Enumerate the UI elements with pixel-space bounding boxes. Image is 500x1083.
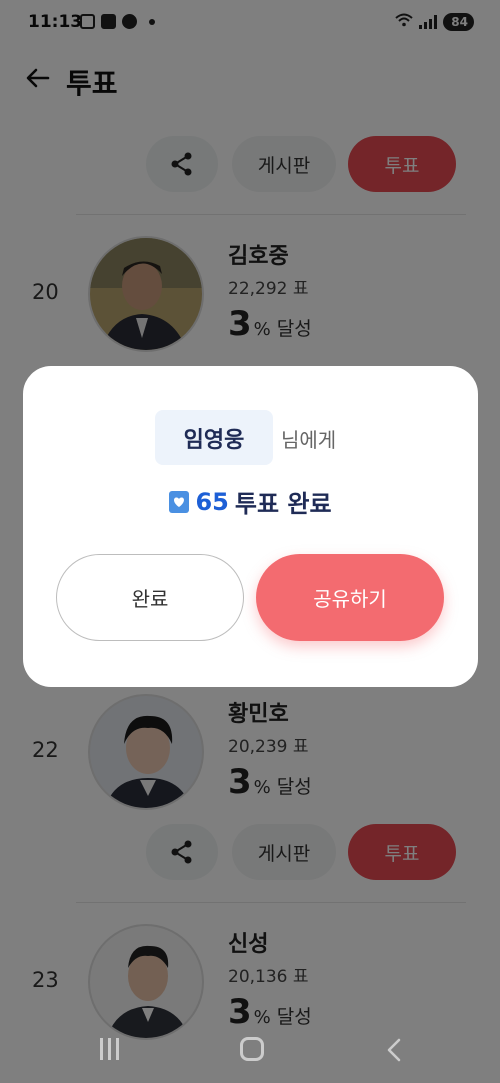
vote-complete-label: 투표 완료 (234, 490, 332, 518)
system-nav-bar (0, 1020, 500, 1083)
vote-complete-dialog: 임영웅 님에게 65 투표 완료 완료 공유하기 (23, 366, 478, 687)
vote-amount: 65 (195, 487, 229, 516)
vote-result: 65 투표 완료 (23, 484, 478, 519)
recipient-suffix: 님에게 (281, 428, 337, 452)
share-action-button[interactable]: 공유하기 (256, 554, 444, 641)
nav-back-icon[interactable] (384, 1037, 404, 1063)
recent-apps-icon[interactable] (100, 1038, 124, 1062)
heart-ticket-icon (169, 490, 190, 513)
home-icon[interactable] (240, 1037, 264, 1061)
done-button[interactable]: 완료 (56, 554, 244, 641)
recipient-name: 임영웅 (155, 410, 273, 465)
